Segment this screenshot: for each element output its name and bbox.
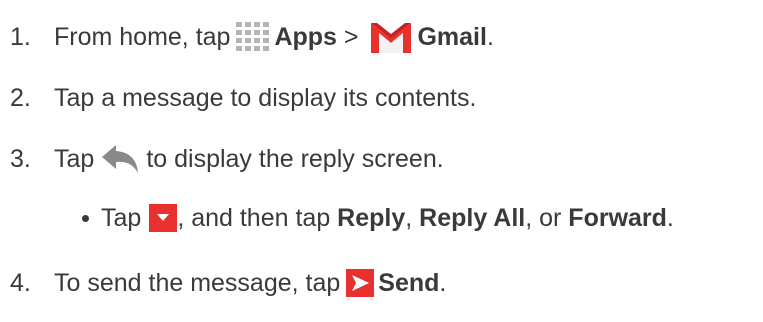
step-text: .	[439, 269, 447, 297]
gmail-icon	[369, 19, 414, 55]
bullet-text: , or	[525, 204, 569, 232]
step-text: Tap a message to display its contents.	[54, 84, 477, 112]
step-text: to display the reply screen.	[146, 145, 444, 173]
gmail-label: Gmail	[417, 23, 487, 51]
dropdown-menu-icon	[149, 204, 178, 232]
apps-label: Apps	[274, 23, 337, 51]
step-text: >	[336, 23, 366, 51]
reply-arrow-icon	[100, 143, 140, 175]
step-text: Tap	[54, 145, 95, 173]
bullet-dot	[82, 214, 89, 222]
reply-all-label: Reply All	[419, 204, 526, 232]
step-3: 3. Tap to display the reply screen.	[0, 139, 444, 179]
step-number: 3.	[10, 145, 31, 173]
forward-label: Forward	[568, 204, 667, 232]
step-4: 4. To send the message, tap Send .	[0, 263, 446, 303]
step-2: 2. Tap a message to display its contents…	[0, 78, 476, 118]
bullet-text: , and then tap	[177, 204, 338, 232]
step-number: 2.	[10, 84, 31, 112]
step-1: 1. From home, tap Apps > Gmail .	[0, 17, 494, 57]
bullet-text: ,	[405, 204, 420, 232]
apps-grid-icon	[236, 22, 270, 52]
step-number: 1.	[10, 23, 31, 51]
bullet-text: Tap	[101, 204, 142, 232]
step-text: .	[486, 23, 494, 51]
bullet-text: .	[666, 204, 674, 232]
step-number: 4.	[10, 269, 31, 297]
bullet-item: Tap , and then tap Reply , Reply All , o…	[82, 198, 674, 238]
send-icon	[346, 269, 375, 297]
send-label: Send	[378, 269, 440, 297]
step-text: To send the message, tap	[54, 269, 341, 297]
step-text: From home, tap	[54, 23, 231, 51]
reply-label: Reply	[337, 204, 406, 232]
